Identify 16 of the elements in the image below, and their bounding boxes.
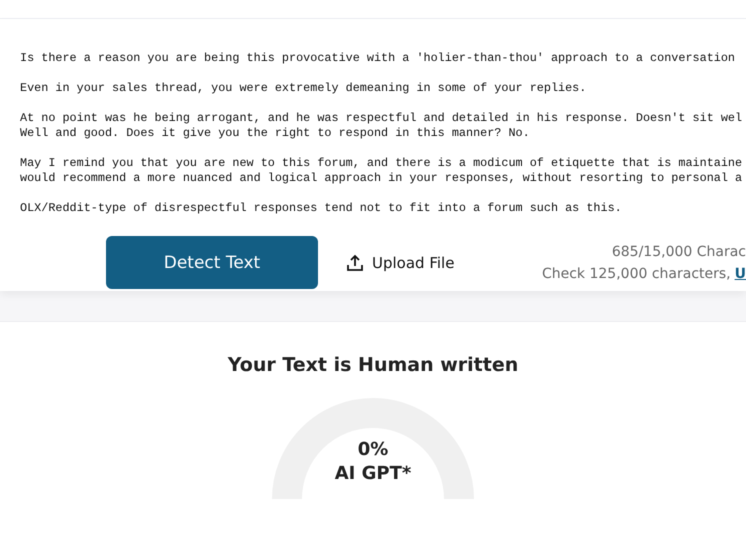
gauge-label: AI GPT* xyxy=(334,462,412,486)
text-line: would recommend a more nuanced and logical approach in your responses, without resorting to personal a xyxy=(20,171,742,186)
upload-button[interactable]: Upload File xyxy=(346,254,454,272)
character-count: 685/15,000 Charac xyxy=(612,244,746,260)
text-line: Well and good. Does it give you the right to respond in this manner? No. xyxy=(20,126,530,141)
upgrade-text: Check 125,000 characters, xyxy=(542,266,731,282)
result-title: Your Text is Human written xyxy=(228,354,518,376)
gauge-value: 0% xyxy=(358,438,388,462)
detect-button[interactable]: Detect Text xyxy=(106,236,318,289)
upload-icon xyxy=(346,254,364,272)
text-line: OLX/Reddit-type of disrespectful responses tend not to fit into a forum such as this. xyxy=(20,201,622,216)
text-line: May I remind you that you are new to this forum, and there is a modicum of etiquette that is maintaine xyxy=(20,156,742,171)
upgrade-link[interactable]: U xyxy=(734,266,746,282)
text-line: Even in your sales thread, you were extremely demeaning in some of your replies. xyxy=(20,81,586,96)
text-line: At no point was he being arrogant, and he was respectful and detailed in his response. Doesn't sit wel xyxy=(20,111,742,126)
text-line: Is there a reason you are being this provocative with a 'holier-than-thou' approach to a conversation xyxy=(20,51,736,66)
